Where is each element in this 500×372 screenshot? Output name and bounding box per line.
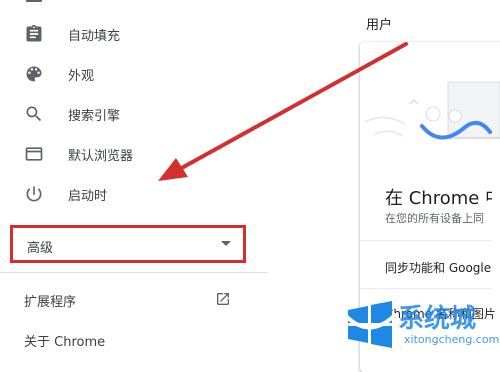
partial-top-icon — [26, 0, 42, 4]
search-icon — [24, 104, 44, 124]
advanced-label: 高级 — [27, 241, 54, 256]
card-heading: 在 Chrome 中畅 — [385, 188, 500, 209]
sidebar-item-about-chrome[interactable]: 关于 Chrome — [24, 331, 105, 350]
chevron-down-icon — [221, 241, 231, 246]
sync-services-row[interactable]: 同步功能和 Google 服 — [385, 259, 500, 276]
sidebar-item-appearance[interactable]: 外观 — [0, 56, 268, 92]
sidebar-item-label: 外观 — [68, 68, 95, 84]
sidebar-item-label: 启动时 — [68, 188, 108, 204]
watermark-url: xitongcheng.com — [404, 333, 500, 346]
scroll-edge — [492, 160, 500, 300]
advanced-toggle[interactable]: 高级 — [10, 225, 246, 263]
sidebar-item-label: 默认浏览器 — [68, 148, 134, 164]
sidebar-item-default-browser[interactable]: 默认浏览器 — [0, 136, 268, 172]
settings-sidebar: 自动填充 外观 搜索引擎 默认浏览器 启动时 高级 扩展程序 关于 Chrome — [0, 0, 268, 356]
sidebar-item-on-startup[interactable]: 启动时 — [0, 176, 268, 212]
palette-icon — [24, 64, 44, 84]
power-icon — [24, 184, 44, 204]
card-divider — [360, 288, 500, 289]
sidebar-divider — [0, 272, 268, 273]
open-in-new-icon[interactable] — [215, 291, 231, 307]
sidebar-item-label: 自动填充 — [68, 28, 121, 44]
sidebar-item-label: 搜索引擎 — [68, 108, 121, 124]
card-divider — [360, 240, 500, 241]
watermark-text: 系统城 — [398, 304, 477, 334]
sidebar-item-extensions[interactable]: 扩展程序 — [24, 291, 76, 310]
card-subtitle: 在您的所有设备上同 — [385, 212, 484, 225]
sidebar-item-autofill[interactable]: 自动填充 — [0, 16, 268, 52]
browser-icon — [24, 144, 44, 164]
sync-illustration — [360, 42, 500, 172]
sidebar-item-search-engine[interactable]: 搜索引擎 — [0, 96, 268, 132]
clipboard-icon — [24, 24, 44, 44]
section-title-people: 用户 — [366, 18, 393, 33]
